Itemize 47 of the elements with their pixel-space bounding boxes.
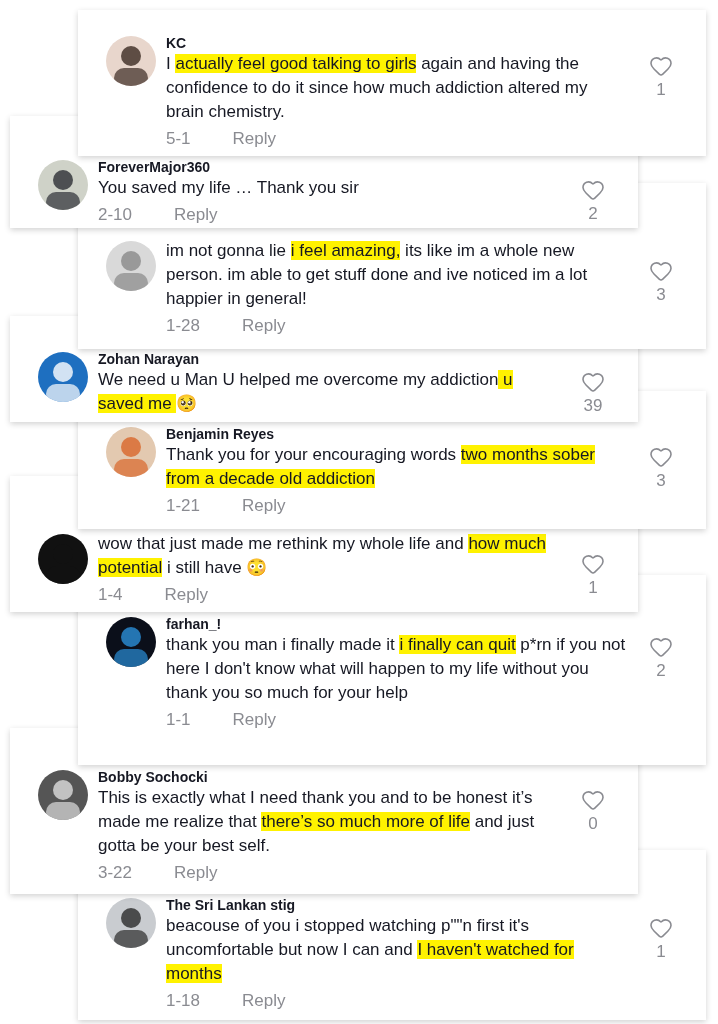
username: farhan_! bbox=[166, 615, 223, 633]
comment-text: We need u Man U helped me overcome my addiction u saved me 🥺 bbox=[98, 369, 514, 415]
reply-button[interactable]: Reply bbox=[174, 204, 218, 226]
heart-icon[interactable] bbox=[581, 788, 605, 812]
like-count: 1 bbox=[588, 577, 598, 599]
reply-button[interactable]: Reply bbox=[232, 709, 277, 731]
username: Zohan Narayan bbox=[98, 350, 201, 368]
comment-text: I actually feel good talking to girls again and having the confidence to do it since how much addiction altered my brain chemistry. bbox=[166, 53, 589, 123]
comment-text: thank you man i finally made it i finally can quit p*rn if you not here I don't know what will happen to my life without you thank you so much for your help bbox=[166, 634, 627, 704]
comment-text: wow that just made me rethink my whole life and how much potential i still have 😳 bbox=[98, 533, 547, 579]
username: Benjamin Reyes bbox=[166, 425, 276, 443]
reply-button[interactable]: Reply bbox=[242, 495, 286, 517]
like-count: 2 bbox=[656, 660, 666, 682]
comment-date: 1-4 bbox=[98, 584, 123, 606]
heart-icon[interactable] bbox=[581, 370, 605, 394]
comment-date: 1-28 bbox=[166, 315, 201, 337]
like-count: 2 bbox=[588, 203, 598, 225]
heart-icon[interactable] bbox=[581, 178, 605, 202]
like-count: 1 bbox=[656, 79, 666, 101]
username: KC bbox=[166, 34, 188, 52]
like-count: 3 bbox=[656, 470, 666, 492]
username: Bobby Sochocki bbox=[98, 768, 209, 786]
like-count: 39 bbox=[583, 395, 603, 417]
like-count: 1 bbox=[656, 941, 666, 963]
reply-button[interactable]: Reply bbox=[242, 990, 286, 1012]
comment-date: 3-22 bbox=[98, 862, 133, 884]
reply-button[interactable]: Reply bbox=[164, 584, 209, 606]
comment-date: 5-1 bbox=[166, 128, 191, 150]
comment-date: 1-1 bbox=[166, 709, 191, 731]
username: The Sri Lankan stig bbox=[166, 896, 297, 914]
heart-icon[interactable] bbox=[649, 635, 673, 659]
username: ForeverMajor360 bbox=[98, 158, 212, 176]
heart-icon[interactable] bbox=[649, 916, 673, 940]
heart-icon[interactable] bbox=[581, 552, 605, 576]
heart-icon[interactable] bbox=[649, 54, 673, 78]
comment-date: 1-18 bbox=[166, 990, 201, 1012]
reply-button[interactable]: Reply bbox=[242, 315, 286, 337]
heart-icon[interactable] bbox=[649, 445, 673, 469]
comment-date: 2-10 bbox=[98, 204, 133, 226]
like-count: 0 bbox=[588, 813, 598, 835]
comment-text: im not gonna lie i feel amazing, its like im a whole new person. im able to get stuff done and ive noticed im a lot happier in general! bbox=[166, 240, 589, 310]
comment-text: Thank you for your encouraging words two months sober from a decade old addiction bbox=[166, 444, 597, 490]
comment-date: 1-21 bbox=[166, 495, 201, 517]
heart-icon[interactable] bbox=[649, 259, 673, 283]
like-count: 3 bbox=[656, 284, 666, 306]
reply-button[interactable]: Reply bbox=[232, 128, 277, 150]
reply-button[interactable]: Reply bbox=[174, 862, 218, 884]
